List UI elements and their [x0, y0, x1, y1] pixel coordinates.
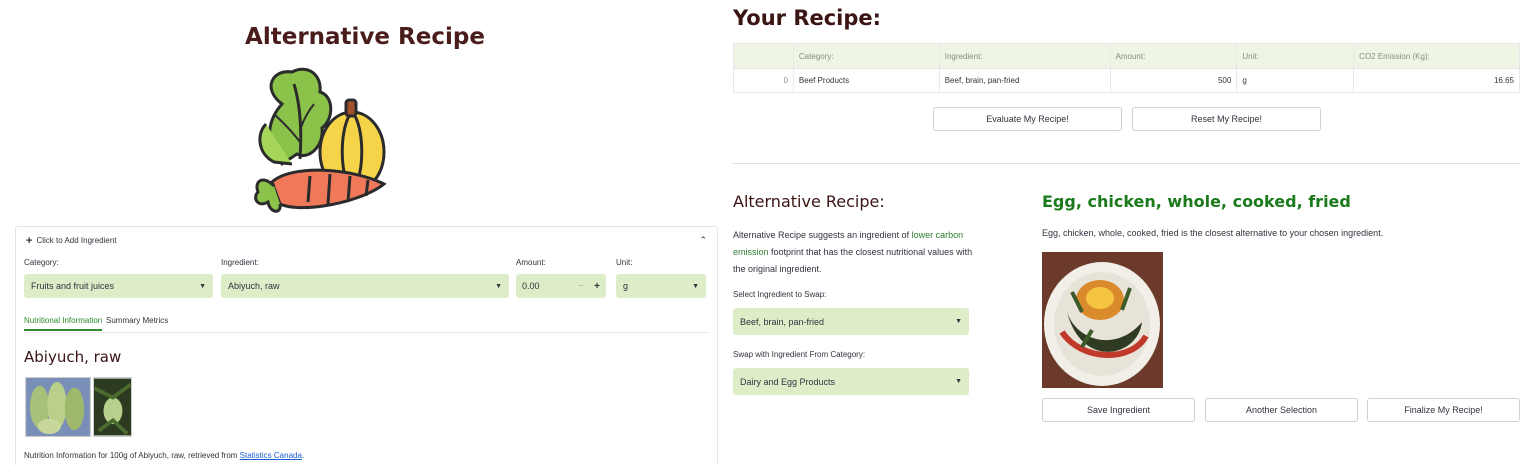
suggested-ingredient-title: Egg, chicken, whole, cooked, fried: [1042, 192, 1351, 211]
swap-ingredient-label: Select Ingredient to Swap:: [733, 290, 827, 299]
caret-down-icon: ▼: [692, 282, 699, 290]
table-row: 0 Beef Products Beef, brain, pan-fried 5…: [733, 68, 1520, 93]
cell-amount: 500: [1109, 68, 1238, 93]
expander-header[interactable]: + Click to Add Ingredient: [26, 234, 117, 247]
evaluate-recipe-button[interactable]: Evaluate My Recipe!: [933, 107, 1122, 131]
expander-header-label: Click to Add Ingredient: [36, 236, 117, 245]
alternative-recipe-description: Alternative Recipe suggests an ingredien…: [733, 230, 973, 274]
another-selection-button[interactable]: Another Selection: [1205, 398, 1358, 422]
unit-select[interactable]: g ▼: [616, 274, 706, 298]
category-select-value: Fruits and fruit juices: [31, 281, 115, 291]
swap-ingredient-value: Beef, brain, pan-fried: [740, 316, 825, 327]
column-header: Category:: [792, 43, 940, 69]
left-panel: Alternative Recipe + Click to Add Ingred…: [0, 0, 730, 465]
suggested-ingredient-photo: [1042, 252, 1163, 388]
column-header: [733, 43, 794, 69]
statistics-canada-link[interactable]: Statistics Canada: [240, 451, 302, 460]
cell-ingredient: Beef, brain, pan-fried: [938, 68, 1111, 93]
alternative-recipe-heading: Alternative Recipe:: [733, 192, 885, 211]
chevron-up-icon[interactable]: ⌃: [699, 235, 707, 246]
ingredient-select-value: Abiyuch, raw: [228, 281, 280, 291]
caret-down-icon: ▼: [495, 282, 502, 290]
your-recipe-title: Your Recipe:: [733, 6, 882, 30]
section-divider: [733, 163, 1520, 164]
ingredient-photo: [93, 377, 132, 437]
nutrition-source-text: Nutrition Information for 100g of Abiyuc…: [24, 451, 305, 460]
cell-co2: 16.65: [1353, 68, 1520, 93]
swap-category-select[interactable]: Dairy and Egg Products ▼: [733, 368, 969, 395]
right-panel: Your Recipe: Category: Ingredient: Amoun…: [730, 0, 1525, 465]
table-header-row: Category: Ingredient: Amount: Unit: CO2 …: [733, 43, 1520, 69]
category-label: Category:: [24, 258, 59, 267]
plus-icon[interactable]: +: [594, 281, 600, 292]
plus-icon: +: [26, 234, 33, 247]
cell-unit: g: [1236, 68, 1355, 93]
save-ingredient-button[interactable]: Save Ingredient: [1042, 398, 1195, 422]
ingredient-select[interactable]: Abiyuch, raw ▼: [221, 274, 509, 298]
ingredient-title: Abiyuch, raw: [24, 348, 122, 366]
suggested-ingredient-text: Egg, chicken, whole, cooked, fried is th…: [1042, 228, 1384, 238]
column-header: Unit:: [1236, 43, 1355, 69]
tab-bar: Nutritional Information Summary Metrics: [24, 314, 709, 333]
page-title: Alternative Recipe: [245, 24, 485, 50]
tab-nutritional-information[interactable]: Nutritional Information: [24, 316, 103, 331]
column-header: CO2 Emission (Kg):: [1353, 43, 1520, 69]
recipe-table: Category: Ingredient: Amount: Unit: CO2 …: [733, 43, 1520, 93]
caret-down-icon: ▼: [955, 318, 962, 325]
tab-summary-metrics[interactable]: Summary Metrics: [106, 316, 168, 329]
finalize-recipe-button[interactable]: Finalize My Recipe!: [1367, 398, 1520, 422]
amount-value: 0.00: [522, 281, 540, 291]
cell-category: Beef Products: [792, 68, 940, 93]
row-index: 0: [733, 68, 794, 93]
ingredient-photo: [25, 377, 91, 437]
caret-down-icon: ▼: [955, 378, 962, 385]
reset-recipe-button[interactable]: Reset My Recipe!: [1132, 107, 1321, 131]
unit-label: Unit:: [616, 258, 633, 267]
column-header: Ingredient:: [938, 43, 1111, 69]
amount-label: Amount:: [516, 258, 546, 267]
vegetables-icon: [254, 67, 387, 213]
ingredient-label: Ingredient:: [221, 258, 259, 267]
swap-category-value: Dairy and Egg Products: [740, 376, 836, 387]
minus-icon[interactable]: −: [578, 281, 584, 292]
amount-stepper[interactable]: 0.00 − +: [516, 274, 606, 298]
category-select[interactable]: Fruits and fruit juices ▼: [24, 274, 213, 298]
caret-down-icon: ▼: [199, 282, 206, 290]
swap-ingredient-select[interactable]: Beef, brain, pan-fried ▼: [733, 308, 969, 335]
unit-select-value: g: [623, 281, 629, 291]
swap-category-label: Swap with Ingredient From Category:: [733, 350, 866, 359]
add-ingredient-expander: + Click to Add Ingredient ⌃ Category: Fr…: [15, 226, 718, 465]
column-header: Amount:: [1109, 43, 1238, 69]
